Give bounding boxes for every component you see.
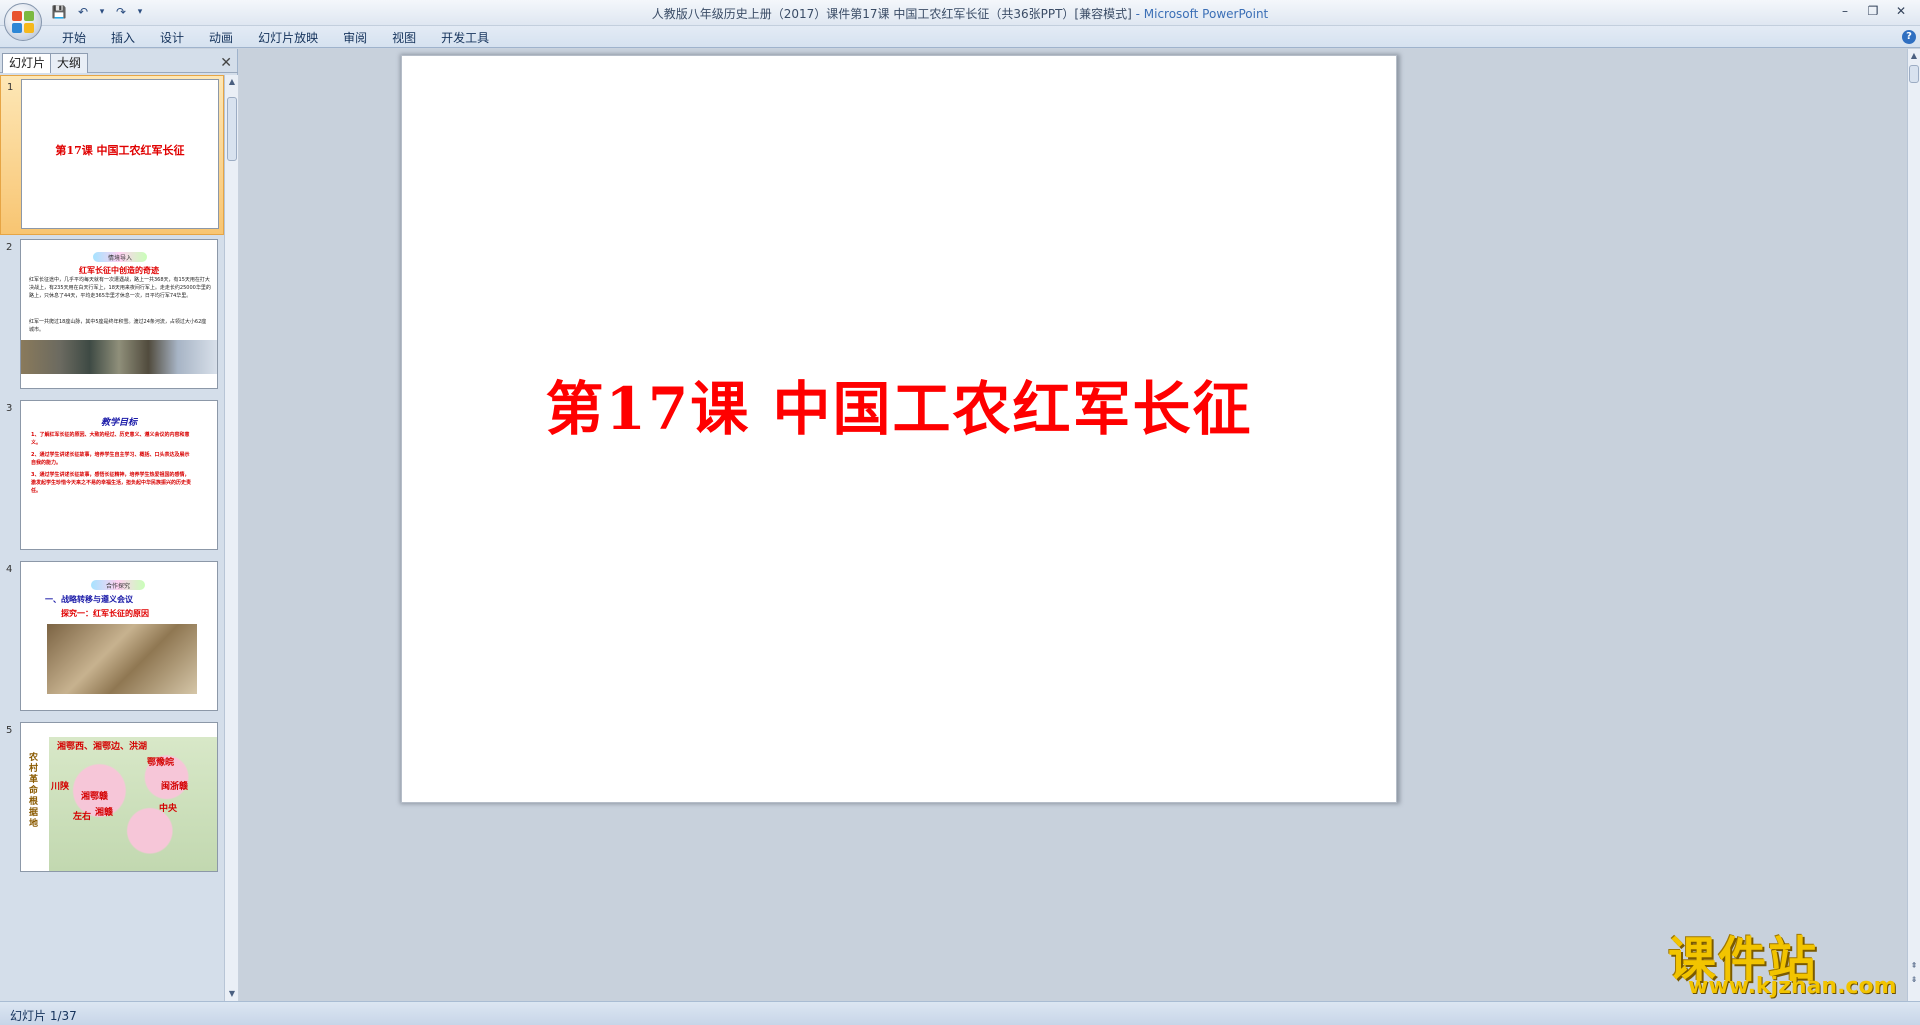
ribbon-tabs: 开始 插入 设计 动画 幻灯片放映 审阅 视图 开发工具 (50, 29, 502, 47)
map-label: 湘鄂赣 (81, 792, 109, 802)
slide-number: 3 (6, 403, 13, 414)
thumbnail-title: 教学目标 (100, 418, 137, 428)
thumbnail-map (49, 737, 217, 871)
close-button[interactable]: ✕ (1888, 2, 1914, 20)
slide-number: 5 (6, 725, 13, 736)
map-label: 川陕 (51, 782, 70, 792)
window-controls: – ❐ ✕ (1832, 2, 1914, 20)
slide-thumbnail-3[interactable]: 3 教学目标 1、了解红军长征的原因、大致的经过、历史意义、遵义会议的内容和意义… (0, 397, 224, 557)
app-name: - Microsoft PowerPoint (1131, 7, 1269, 21)
slide-canvas[interactable]: 第17课 中国工农红军长征 (401, 55, 1397, 803)
slide-number: 4 (6, 564, 13, 575)
tab-design[interactable]: 设计 (148, 29, 196, 47)
tab-review[interactable]: 审阅 (331, 29, 379, 47)
previous-slide-icon[interactable]: ⇞ (1908, 959, 1920, 973)
thumbnail-item: 1、了解红军长征的原因、大致的经过、历史意义、遵义会议的内容和意义。 (31, 432, 190, 446)
watermark-logo: 课件站 www.kjzhan.com (1668, 920, 1898, 1000)
thumbnail-photo (21, 340, 217, 374)
slide-thumbnail-1[interactable]: 1 第17课 中国工农红军长征 (0, 75, 224, 235)
close-pane-icon[interactable]: ✕ (220, 55, 232, 71)
thumbnail-badge: 情境导入 (93, 252, 147, 262)
document-title: 人教版八年级历史上册（2017）课件第17课 中国工农红军长征（共36张PPT）… (651, 7, 1132, 21)
thumbnail-canvas: 农村革命根据地 湘鄂西、湘鄂边、洪湖 鄂豫皖 川陕 闽浙赣 湘鄂赣 中央 湘赣 … (20, 722, 218, 872)
thumbnail-title: 第17课 中国工农红军长征 (55, 144, 185, 157)
status-bar: 幻灯片 1/37 (0, 1001, 1920, 1025)
map-label: 湘赣 (95, 808, 114, 818)
scrollbar-thumb[interactable] (1909, 65, 1919, 83)
slide-number: 1 (7, 82, 14, 93)
slide-thumbnail-2[interactable]: 2 情境导入 红军长征中创造的奇迹 红军长征途中，几乎平均每天就有一次遭遇战，路… (0, 236, 224, 396)
thumbnail-item: 2、通过学生讲述长征故事，培养学生自主学习、概括、口头表达及展示自我的能力。 (31, 452, 190, 466)
tab-slides[interactable]: 幻灯片 (2, 53, 53, 73)
tab-outline[interactable]: 大纲 (50, 53, 89, 73)
thumbnail-title: 红军长征中创造的奇迹 (79, 266, 159, 275)
title-bar: 💾 ↶ ▾ ↷ ▾ 人教版八年级历史上册（2017）课件第17课 中国工农红军长… (0, 0, 1920, 41)
minimize-button[interactable]: – (1832, 2, 1858, 20)
watermark-url: www.kjzhan.com (1688, 974, 1897, 999)
slide-title[interactable]: 第17课 中国工农红军长征 (402, 362, 1396, 446)
scroll-up-icon[interactable]: ▲ (1908, 49, 1920, 63)
tab-insert[interactable]: 插入 (99, 29, 147, 47)
thumbnail-text: 红军长征途中，几乎平均每天就有一次遭遇战，路上一共368天，有15天用在打大决战… (29, 277, 211, 299)
tab-slideshow[interactable]: 幻灯片放映 (246, 29, 330, 47)
map-label: 左右 (73, 812, 92, 822)
office-logo-icon (12, 11, 34, 33)
help-icon[interactable]: ? (1902, 30, 1916, 44)
slide-counter: 幻灯片 1/37 (10, 1009, 77, 1023)
thumbnails-scrollbar[interactable]: ▲ ▼ (224, 75, 238, 1001)
tab-home[interactable]: 开始 (50, 29, 98, 47)
map-label: 中央 (159, 804, 178, 814)
next-slide-icon[interactable]: ⇟ (1908, 973, 1920, 987)
tab-developer[interactable]: 开发工具 (429, 29, 501, 47)
pane-tabs: 幻灯片 大纲 ✕ (0, 53, 238, 73)
office-button[interactable] (4, 3, 42, 41)
scroll-up-icon[interactable]: ▲ (225, 75, 239, 89)
ribbon-tab-bar: 开始 插入 设计 动画 幻灯片放映 审阅 视图 开发工具 ? (0, 26, 1920, 48)
map-label: 湘鄂西、湘鄂边、洪湖 (57, 742, 148, 752)
thumbnail-item: 3、通过学生讲述长征故事，感悟长征精神，培养学生热爱祖国的感情，激发起学生珍惜今… (31, 472, 192, 494)
map-label: 闽浙赣 (161, 782, 189, 792)
thumbnail-title: 一、战略转移与遵义会议 (45, 595, 133, 604)
slide-thumbnail-4[interactable]: 4 合作探究 一、战略转移与遵义会议 探究一：红军长征的原因 (0, 558, 224, 718)
thumbnail-vertical-label: 农村革命根据地 (29, 753, 39, 829)
slide-number: 2 (6, 242, 13, 253)
slide-thumbnail-5[interactable]: 5 农村革命根据地 湘鄂西、湘鄂边、洪湖 鄂豫皖 川陕 闽浙赣 湘鄂赣 中央 湘… (0, 719, 224, 879)
editor-scrollbar[interactable]: ▲ ⇞ ⇟ (1907, 49, 1920, 1001)
thumbnail-canvas: 教学目标 1、了解红军长征的原因、大致的经过、历史意义、遵义会议的内容和意义。 … (20, 400, 218, 550)
tab-animations[interactable]: 动画 (197, 29, 245, 47)
slide-editor: 第17课 中国工农红军长征 (239, 49, 1907, 1001)
thumbnail-subtitle: 探究一：红军长征的原因 (61, 609, 149, 618)
slides-pane: 幻灯片 大纲 ✕ 1 第17课 中国工农红军长征 2 情境导入 红军长征中创造的… (0, 49, 238, 1001)
map-label: 鄂豫皖 (147, 758, 175, 768)
thumbnail-badge: 合作探究 (91, 580, 145, 590)
scrollbar-thumb[interactable] (227, 97, 237, 161)
maximize-button[interactable]: ❐ (1860, 2, 1886, 20)
thumbnail-canvas: 情境导入 红军长征中创造的奇迹 红军长征途中，几乎平均每天就有一次遭遇战，路上一… (20, 239, 218, 389)
thumbnail-text: 红军一共爬过18座山脉，其中5座是终年积雪。渡过24条河流，占领过大小62座城市… (29, 319, 207, 333)
thumbnail-canvas: 第17课 中国工农红军长征 (21, 79, 219, 229)
thumbnail-canvas: 合作探究 一、战略转移与遵义会议 探究一：红军长征的原因 (20, 561, 218, 711)
thumbnail-photo (47, 624, 197, 694)
window-title: 人教版八年级历史上册（2017）课件第17课 中国工农红军长征（共36张PPT）… (0, 5, 1920, 22)
slide-thumbnails: 1 第17课 中国工农红军长征 2 情境导入 红军长征中创造的奇迹 红军长征途中… (0, 75, 224, 1001)
scroll-down-icon[interactable]: ▼ (225, 987, 239, 1001)
tab-view[interactable]: 视图 (380, 29, 428, 47)
